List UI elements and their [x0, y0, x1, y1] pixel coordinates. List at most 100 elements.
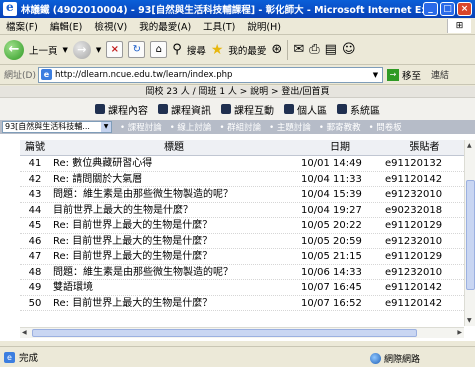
- nav-personal[interactable]: 個人區: [284, 102, 327, 117]
- print-icon[interactable]: ⎙: [309, 42, 319, 57]
- menu-view[interactable]: 檢視(V): [94, 19, 127, 33]
- vertical-scrollbar[interactable]: ▲ ▼: [464, 140, 475, 326]
- status-bar: e 完成 網際網路: [0, 346, 475, 367]
- table-row[interactable]: 45 Re: 目前世界上最大的生物是什麼？ 10/05 20:22 e91120129: [20, 218, 464, 234]
- back-arrow-icon[interactable]: ←: [4, 39, 24, 60]
- post-subject[interactable]: Re: 請問關於大氣層: [50, 172, 298, 187]
- tab-course-discussion[interactable]: • 課程討論: [120, 121, 162, 133]
- scroll-up-icon[interactable]: ▲: [467, 142, 472, 149]
- table-row[interactable]: 43 問題：維生素是由那些微生物製造的呢？ 10/04 15:39 e91232010: [20, 187, 464, 203]
- table-row[interactable]: 42 Re: 請問關於大氣層 10/04 11:33 e91120142: [20, 172, 464, 187]
- post-no: 46: [28, 235, 42, 247]
- post-author: e91120142: [385, 297, 443, 309]
- table-row[interactable]: 47 Re: 目前世界上最大的生物是什麼？ 10/05 21:15 e91120129: [20, 249, 464, 265]
- close-button[interactable]: ×: [457, 2, 472, 16]
- square-bullet-icon: [158, 104, 168, 114]
- search-icon[interactable]: ⚲: [172, 42, 182, 57]
- go-button[interactable]: 移至: [402, 68, 421, 82]
- header-date[interactable]: 日期: [298, 140, 382, 155]
- table-row[interactable]: 49 雙語環境 10/07 16:45 e91120142: [20, 280, 464, 296]
- post-no: 42: [28, 173, 42, 185]
- web-page: 岡校 23 人 / 岡班 1 人 > 說明 > 登出/回首頁 課程內容 課程資訊…: [0, 86, 475, 341]
- favorites-star-icon[interactable]: ★: [211, 42, 224, 58]
- back-button-label[interactable]: 上一頁: [29, 43, 58, 57]
- search-button-label[interactable]: 搜尋: [187, 43, 206, 57]
- tab-mail[interactable]: • 郵寄教教: [319, 121, 361, 133]
- menu-tools[interactable]: 工具(T): [203, 19, 235, 33]
- header-subject[interactable]: 標題: [50, 140, 298, 155]
- nav-course-interaction[interactable]: 課程互動: [221, 102, 274, 117]
- post-subject[interactable]: Re: 數位典藏研習心得: [50, 156, 298, 171]
- post-date: 10/05 20:22: [301, 220, 362, 231]
- address-label: 網址(D): [4, 71, 36, 81]
- square-bullet-icon: [95, 104, 105, 114]
- vertical-scroll-thumb[interactable]: [466, 180, 475, 290]
- table-row[interactable]: 44 目前世界上最大的生物是什麼？ 10/04 19:27 e90232018: [20, 203, 464, 218]
- back-dropdown-icon[interactable]: ▼: [63, 46, 68, 54]
- nav-course-content[interactable]: 課程內容: [95, 102, 148, 117]
- go-arrow-icon[interactable]: →: [387, 68, 399, 81]
- mail-icon[interactable]: ✉: [293, 42, 304, 57]
- windows-logo-icon: ⊞: [447, 19, 471, 33]
- post-subject[interactable]: 問題：維生素是由那些微生物製造的呢？: [50, 187, 298, 202]
- links-button[interactable]: 連結: [431, 68, 449, 81]
- forum-tabs: 93[自然與生活科技輔... ▼ • 課程討論 • 線上討論 • 群組討論 • …: [0, 120, 475, 134]
- forward-dropdown-icon[interactable]: ▼: [96, 46, 101, 54]
- tab-survey[interactable]: • 問卷板: [369, 121, 402, 133]
- menu-favorites[interactable]: 我的最愛(A): [139, 19, 191, 33]
- menu-edit[interactable]: 編輯(E): [50, 19, 82, 33]
- nav-label: 系統區: [350, 105, 380, 117]
- table-header: 篇號 標題 日期 張貼者: [20, 140, 464, 156]
- menu-help[interactable]: 說明(H): [247, 19, 281, 33]
- scroll-left-icon[interactable]: ◀: [22, 329, 27, 336]
- home-icon[interactable]: ⌂: [150, 41, 168, 58]
- favorites-button-label[interactable]: 我的最愛: [228, 43, 266, 57]
- security-zone: 網際網路: [370, 352, 420, 365]
- address-input[interactable]: e http://dlearn.ncue.edu.tw/learn/index.…: [38, 66, 383, 83]
- scroll-right-icon[interactable]: ▶: [457, 329, 462, 336]
- stop-icon[interactable]: ×: [106, 41, 124, 58]
- tab-topic-discussion[interactable]: • 主題討論: [269, 121, 311, 133]
- chevron-down-icon[interactable]: ▼: [101, 122, 111, 132]
- tab-group-discussion[interactable]: • 群組討論: [219, 121, 261, 133]
- post-author: e91120142: [385, 282, 443, 293]
- post-subject[interactable]: 目前世界上最大的生物是什麼？: [50, 203, 298, 218]
- title-bar: 林議鐵 (4902010004) - 93[自然與生活科技輔課程] - 彰化師大…: [0, 0, 475, 18]
- post-author: e91232010: [385, 235, 443, 247]
- header-no[interactable]: 篇號: [20, 140, 50, 155]
- post-subject[interactable]: 雙語環境: [50, 280, 298, 295]
- minimize-button[interactable]: _: [423, 2, 438, 16]
- address-url[interactable]: http://dlearn.ncue.edu.tw/learn/index.ph…: [55, 70, 232, 80]
- forward-arrow-icon[interactable]: →: [72, 40, 91, 59]
- post-subject[interactable]: Re: 目前世界上最大的生物是什麼？: [50, 234, 298, 249]
- toolbar-separator: [287, 39, 289, 60]
- messenger-icon[interactable]: ☺: [342, 42, 356, 57]
- table-row[interactable]: 50 Re: 目前世界上最大的生物是什麼？ 10/07 16:52 e91120142: [20, 296, 464, 311]
- post-no: 47: [28, 251, 42, 262]
- square-bullet-icon: [221, 104, 231, 114]
- table-row[interactable]: 46 Re: 目前世界上最大的生物是什麼？ 10/05 20:59 e91232010: [20, 234, 464, 249]
- menu-file[interactable]: 檔案(F): [6, 19, 38, 33]
- table-row[interactable]: 41 Re: 數位典藏研習心得 10/01 14:49 e91120132: [20, 156, 464, 172]
- course-select[interactable]: 93[自然與生活科技輔... ▼: [2, 121, 112, 133]
- horizontal-scrollbar[interactable]: ◀ ▶: [20, 327, 464, 338]
- post-subject[interactable]: Re: 目前世界上最大的生物是什麼？: [50, 296, 298, 311]
- posts-table: 篇號 標題 日期 張貼者 41 Re: 數位典藏研習心得 10/01 14:49 e9…: [20, 140, 464, 311]
- header-author[interactable]: 張貼者: [382, 140, 464, 155]
- address-dropdown-icon[interactable]: ▼: [369, 68, 382, 82]
- scroll-down-icon[interactable]: ▼: [467, 317, 472, 324]
- table-row[interactable]: 48 問題：維生素是由那些微生物製造的呢？ 10/06 14:33 e91232010: [20, 265, 464, 280]
- nav-course-info[interactable]: 課程資訊: [158, 102, 211, 117]
- status-text: 完成: [19, 353, 39, 364]
- nav-system[interactable]: 系統區: [337, 102, 380, 117]
- post-subject[interactable]: Re: 目前世界上最大的生物是什麼？: [50, 218, 298, 233]
- post-subject[interactable]: 問題：維生素是由那些微生物製造的呢？: [50, 265, 298, 280]
- history-icon[interactable]: ⊛: [271, 42, 282, 57]
- refresh-icon[interactable]: ↻: [128, 41, 146, 58]
- post-subject[interactable]: Re: 目前世界上最大的生物是什麼？: [50, 249, 298, 264]
- maximize-button[interactable]: □: [440, 2, 455, 16]
- toolbar: ← 上一頁 ▼ → ▼ × ↻ ⌂ ⚲ 搜尋 ★ 我的最愛 ⊛ ✉ ⎙ ▤ ☺: [0, 35, 475, 65]
- horizontal-scroll-thumb[interactable]: [32, 329, 417, 337]
- edit-icon[interactable]: ▤: [325, 42, 337, 57]
- tab-online-discussion[interactable]: • 線上討論: [170, 121, 212, 133]
